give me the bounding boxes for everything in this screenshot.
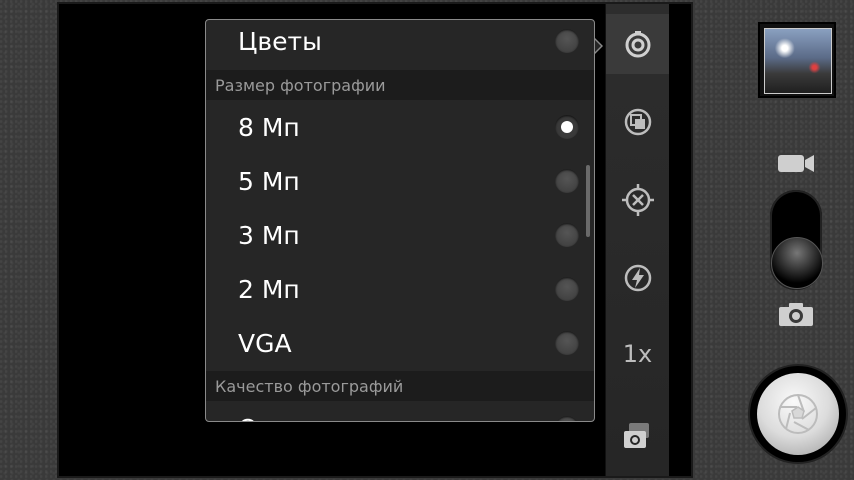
video-camera-icon[interactable] xyxy=(777,152,815,174)
option-label: О xyxy=(238,414,555,422)
option-quality-partial[interactable]: О xyxy=(206,401,594,422)
radio-button[interactable] xyxy=(555,331,579,355)
camera-switch-indicator[interactable] xyxy=(606,406,669,466)
option-label: 5 Мп xyxy=(238,166,300,196)
thumbnail-image xyxy=(764,28,832,94)
radio-button-selected[interactable] xyxy=(555,115,579,139)
section-header-photo-quality: Качество фотографий xyxy=(206,371,594,401)
option-label: Цветы xyxy=(238,26,322,56)
settings-popup: Цветы Размер фотографии 8 Мп 5 Мп 3 Мп 2… xyxy=(205,19,595,422)
option-8mp[interactable]: 8 Мп xyxy=(206,100,594,154)
last-photo-thumbnail[interactable] xyxy=(758,22,836,98)
flash-auto-icon xyxy=(624,264,651,292)
camera-switch-icon xyxy=(623,423,649,448)
zoom-indicator[interactable]: 1x xyxy=(606,324,669,384)
option-label: 2 Мп xyxy=(238,274,300,304)
shutter-button[interactable] xyxy=(757,373,839,455)
radio-button[interactable] xyxy=(555,29,579,53)
popup-scrollbar[interactable] xyxy=(586,165,590,237)
zoom-label: 1x xyxy=(622,340,653,368)
settings-indicator-bar: 1x xyxy=(605,4,669,476)
section-header-photo-size: Размер фотографии xyxy=(206,70,594,100)
radio-button[interactable] xyxy=(555,223,579,247)
option-flowers[interactable]: Цветы xyxy=(206,20,594,68)
settings-icon xyxy=(625,31,650,58)
mode-switch-knob[interactable] xyxy=(771,237,823,289)
option-3mp[interactable]: 3 Мп xyxy=(206,208,594,262)
option-label: 8 Мп xyxy=(238,112,300,142)
radio-button[interactable] xyxy=(555,277,579,301)
option-label: 3 Мп xyxy=(238,220,300,250)
option-vga[interactable]: VGA xyxy=(206,316,594,370)
focus-indicator[interactable] xyxy=(606,170,669,230)
flash-indicator[interactable] xyxy=(606,248,669,308)
image-size-indicator[interactable] xyxy=(606,92,669,152)
aperture-icon xyxy=(778,394,818,434)
radio-button[interactable] xyxy=(555,169,579,193)
radio-button[interactable] xyxy=(555,416,579,421)
focus-icon xyxy=(621,184,654,216)
settings-indicator[interactable] xyxy=(606,14,669,74)
image-size-icon xyxy=(624,108,651,136)
option-5mp[interactable]: 5 Мп xyxy=(206,154,594,208)
option-2mp[interactable]: 2 Мп xyxy=(206,262,594,316)
option-label: VGA xyxy=(238,328,292,358)
photo-camera-icon[interactable] xyxy=(778,301,814,327)
